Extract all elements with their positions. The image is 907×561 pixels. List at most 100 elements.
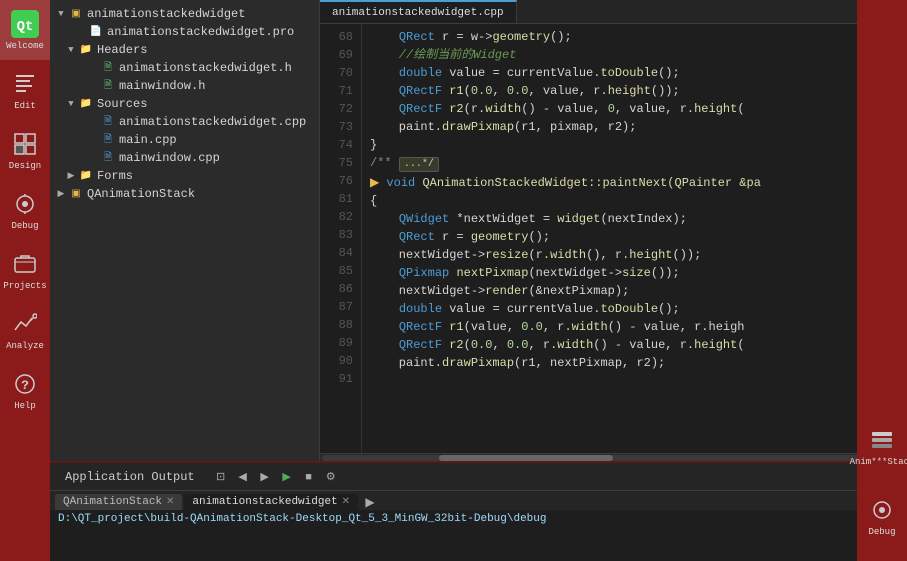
tree-label-project: animationstackedwidget [87,7,245,21]
tree-item-anim-h[interactable]: 🗎 animationstackedwidget.h [50,59,319,77]
line-number: 68 [320,28,353,46]
code-line: QRect r = geometry(); [370,228,899,246]
output-btn-settings[interactable]: ⚙ [320,466,342,488]
tree-item-anim-cpp[interactable]: 🗎 animationstackedwidget.cpp [50,113,319,131]
tree-arrow-forms: ▶ [64,171,78,181]
line-number: 69 [320,46,353,64]
line-number: 85 [320,262,353,280]
line-number: 70 [320,64,353,82]
edit-icon [11,70,39,98]
debug-icon [11,190,39,218]
output-btn-stop[interactable]: ■ [298,466,320,488]
line-number: 90 [320,352,353,370]
output-tab-qanim-label: QAnimationStack [63,496,162,508]
tree-label-anim-cpp: animationstackedwidget.cpp [119,115,306,129]
sidebar-item-anim-stack[interactable]: Anim***Stack [857,411,907,481]
code-line: QRectF r1(value, 0.0, r.width() - value,… [370,318,899,336]
help-icon: ? [11,370,39,398]
output-btn-run[interactable]: ▶ [276,466,298,488]
code-line: QRect r = w->geometry(); [370,28,899,46]
tree-item-mainwindow-h[interactable]: 🗎 mainwindow.h [50,77,319,95]
headers-folder-icon: 📁 [78,43,94,57]
top-area: ▼ ▣ animationstackedwidget 📄 animationst… [50,0,907,461]
tree-item-mainwindow-cpp[interactable]: 🗎 mainwindow.cpp [50,149,319,167]
tree-label-qanim: QAnimationStack [87,187,195,201]
line-number: 86 [320,280,353,298]
output-tabs: QAnimationStack ✕ animationstackedwidget… [50,491,907,510]
analyze-icon [11,310,39,338]
cpp-file-icon-1: 🗎 [100,115,116,129]
code-line: double value = currentValue.toDouble(); [370,64,899,82]
line-number: 91 [320,370,353,388]
tree-item-forms[interactable]: ▶ 📁 Forms [50,167,319,185]
code-editor: animationstackedwidget.cpp 6869707172737… [320,0,907,461]
output-btn-back[interactable]: ◀ [232,466,254,488]
output-btn-forward[interactable]: ▶ [254,466,276,488]
line-number: 87 [320,298,353,316]
bottom-panel: Application Output ⊡ ◀ ▶ ▶ ■ ⚙ QAnimatio… [50,461,907,561]
code-line: nextWidget->resize(r.width(), r.height()… [370,246,899,264]
code-line: QPixmap nextPixmap(nextWidget->size()); [370,264,899,282]
projects-icon [11,250,39,278]
qanim-project-icon: ▣ [68,187,84,201]
output-btn-1[interactable]: ⊡ [210,466,232,488]
code-line: } [370,136,899,154]
svg-text:?: ? [21,378,29,393]
sidebar-item-debug-right[interactable]: Debug [857,481,907,551]
anim-stack-icon [868,426,896,454]
output-tab-anim-close[interactable]: ✕ [342,496,350,508]
line-number: 81 [320,190,353,208]
cpp-file-icon-2: 🗎 [100,133,116,147]
line-number: 72 [320,100,353,118]
editor-tab-active[interactable]: animationstackedwidget.cpp [320,0,517,23]
line-number: 74 [320,136,353,154]
tree-label-mainwindow-cpp: mainwindow.cpp [119,151,220,165]
sidebar-item-design[interactable]: Design [0,120,50,180]
code-line: /** ...*/ [370,154,899,174]
output-tab-anim[interactable]: animationstackedwidget ✕ [184,494,358,510]
line-number: 88 [320,316,353,334]
project-icon: ▣ [68,7,84,21]
file-tree: ▼ ▣ animationstackedwidget 📄 animationst… [50,0,320,461]
tree-label-forms: Forms [97,169,133,183]
main-area: ▼ ▣ animationstackedwidget 📄 animationst… [50,0,907,561]
output-tab-qanim-close[interactable]: ✕ [166,496,174,508]
tree-label-mainwindow-h: mainwindow.h [119,79,205,93]
sidebar-edit-label: Edit [14,101,36,111]
code-content: 6869707172737475768182838485868788899091… [320,24,907,453]
tree-item-qanim[interactable]: ▶ ▣ QAnimationStack [50,185,319,203]
tree-item-sources[interactable]: ▼ 📁 Sources [50,95,319,113]
line-number: 84 [320,244,353,262]
left-sidebar: Qt Welcome Edit Design [0,0,50,561]
tree-item-main-cpp[interactable]: 🗎 main.cpp [50,131,319,149]
line-number: 76 [320,172,353,190]
tree-item-project[interactable]: ▼ ▣ animationstackedwidget [50,5,319,23]
sidebar-item-analyze[interactable]: Analyze [0,300,50,360]
code-lines[interactable]: QRect r = w->geometry(); //绘制当前的Widget d… [362,24,907,453]
sidebar-item-welcome[interactable]: Qt Welcome [0,0,50,60]
debug-icon-right [868,496,896,524]
debug-right-label: Debug [868,527,895,537]
code-line: nextWidget->render(&nextPixmap); [370,282,899,300]
sidebar-item-edit[interactable]: Edit [0,60,50,120]
sidebar-item-projects[interactable]: Projects [0,240,50,300]
sidebar-item-debug[interactable]: Debug [0,180,50,240]
tree-item-headers[interactable]: ▼ 📁 Headers [50,41,319,59]
output-content: D:\QT_project\build-QAnimationStack-Desk… [50,510,907,561]
line-number: 75 [320,154,353,172]
tree-label-headers: Headers [97,43,147,57]
code-line: //绘制当前的Widget [370,46,899,64]
h-file-icon-1: 🗎 [100,61,116,75]
tree-label-sources: Sources [97,97,147,111]
horizontal-scrollbar[interactable] [320,453,907,461]
tree-arrow-project: ▼ [54,9,68,19]
code-line: ▶ void QAnimationStackedWidget::paintNex… [370,174,899,192]
h-file-icon-2: 🗎 [100,79,116,93]
output-tab-arrow[interactable]: ▶ [360,495,380,510]
output-tab-qanim[interactable]: QAnimationStack ✕ [55,494,182,510]
tree-item-pro[interactable]: 📄 animationstackedwidget.pro [50,23,319,41]
sidebar-debug-label: Debug [11,221,38,231]
code-line: QRectF r2(0.0, 0.0, r.width() - value, r… [370,336,899,354]
code-line: double value = currentValue.toDouble(); [370,300,899,318]
sidebar-item-help[interactable]: ? Help [0,360,50,420]
